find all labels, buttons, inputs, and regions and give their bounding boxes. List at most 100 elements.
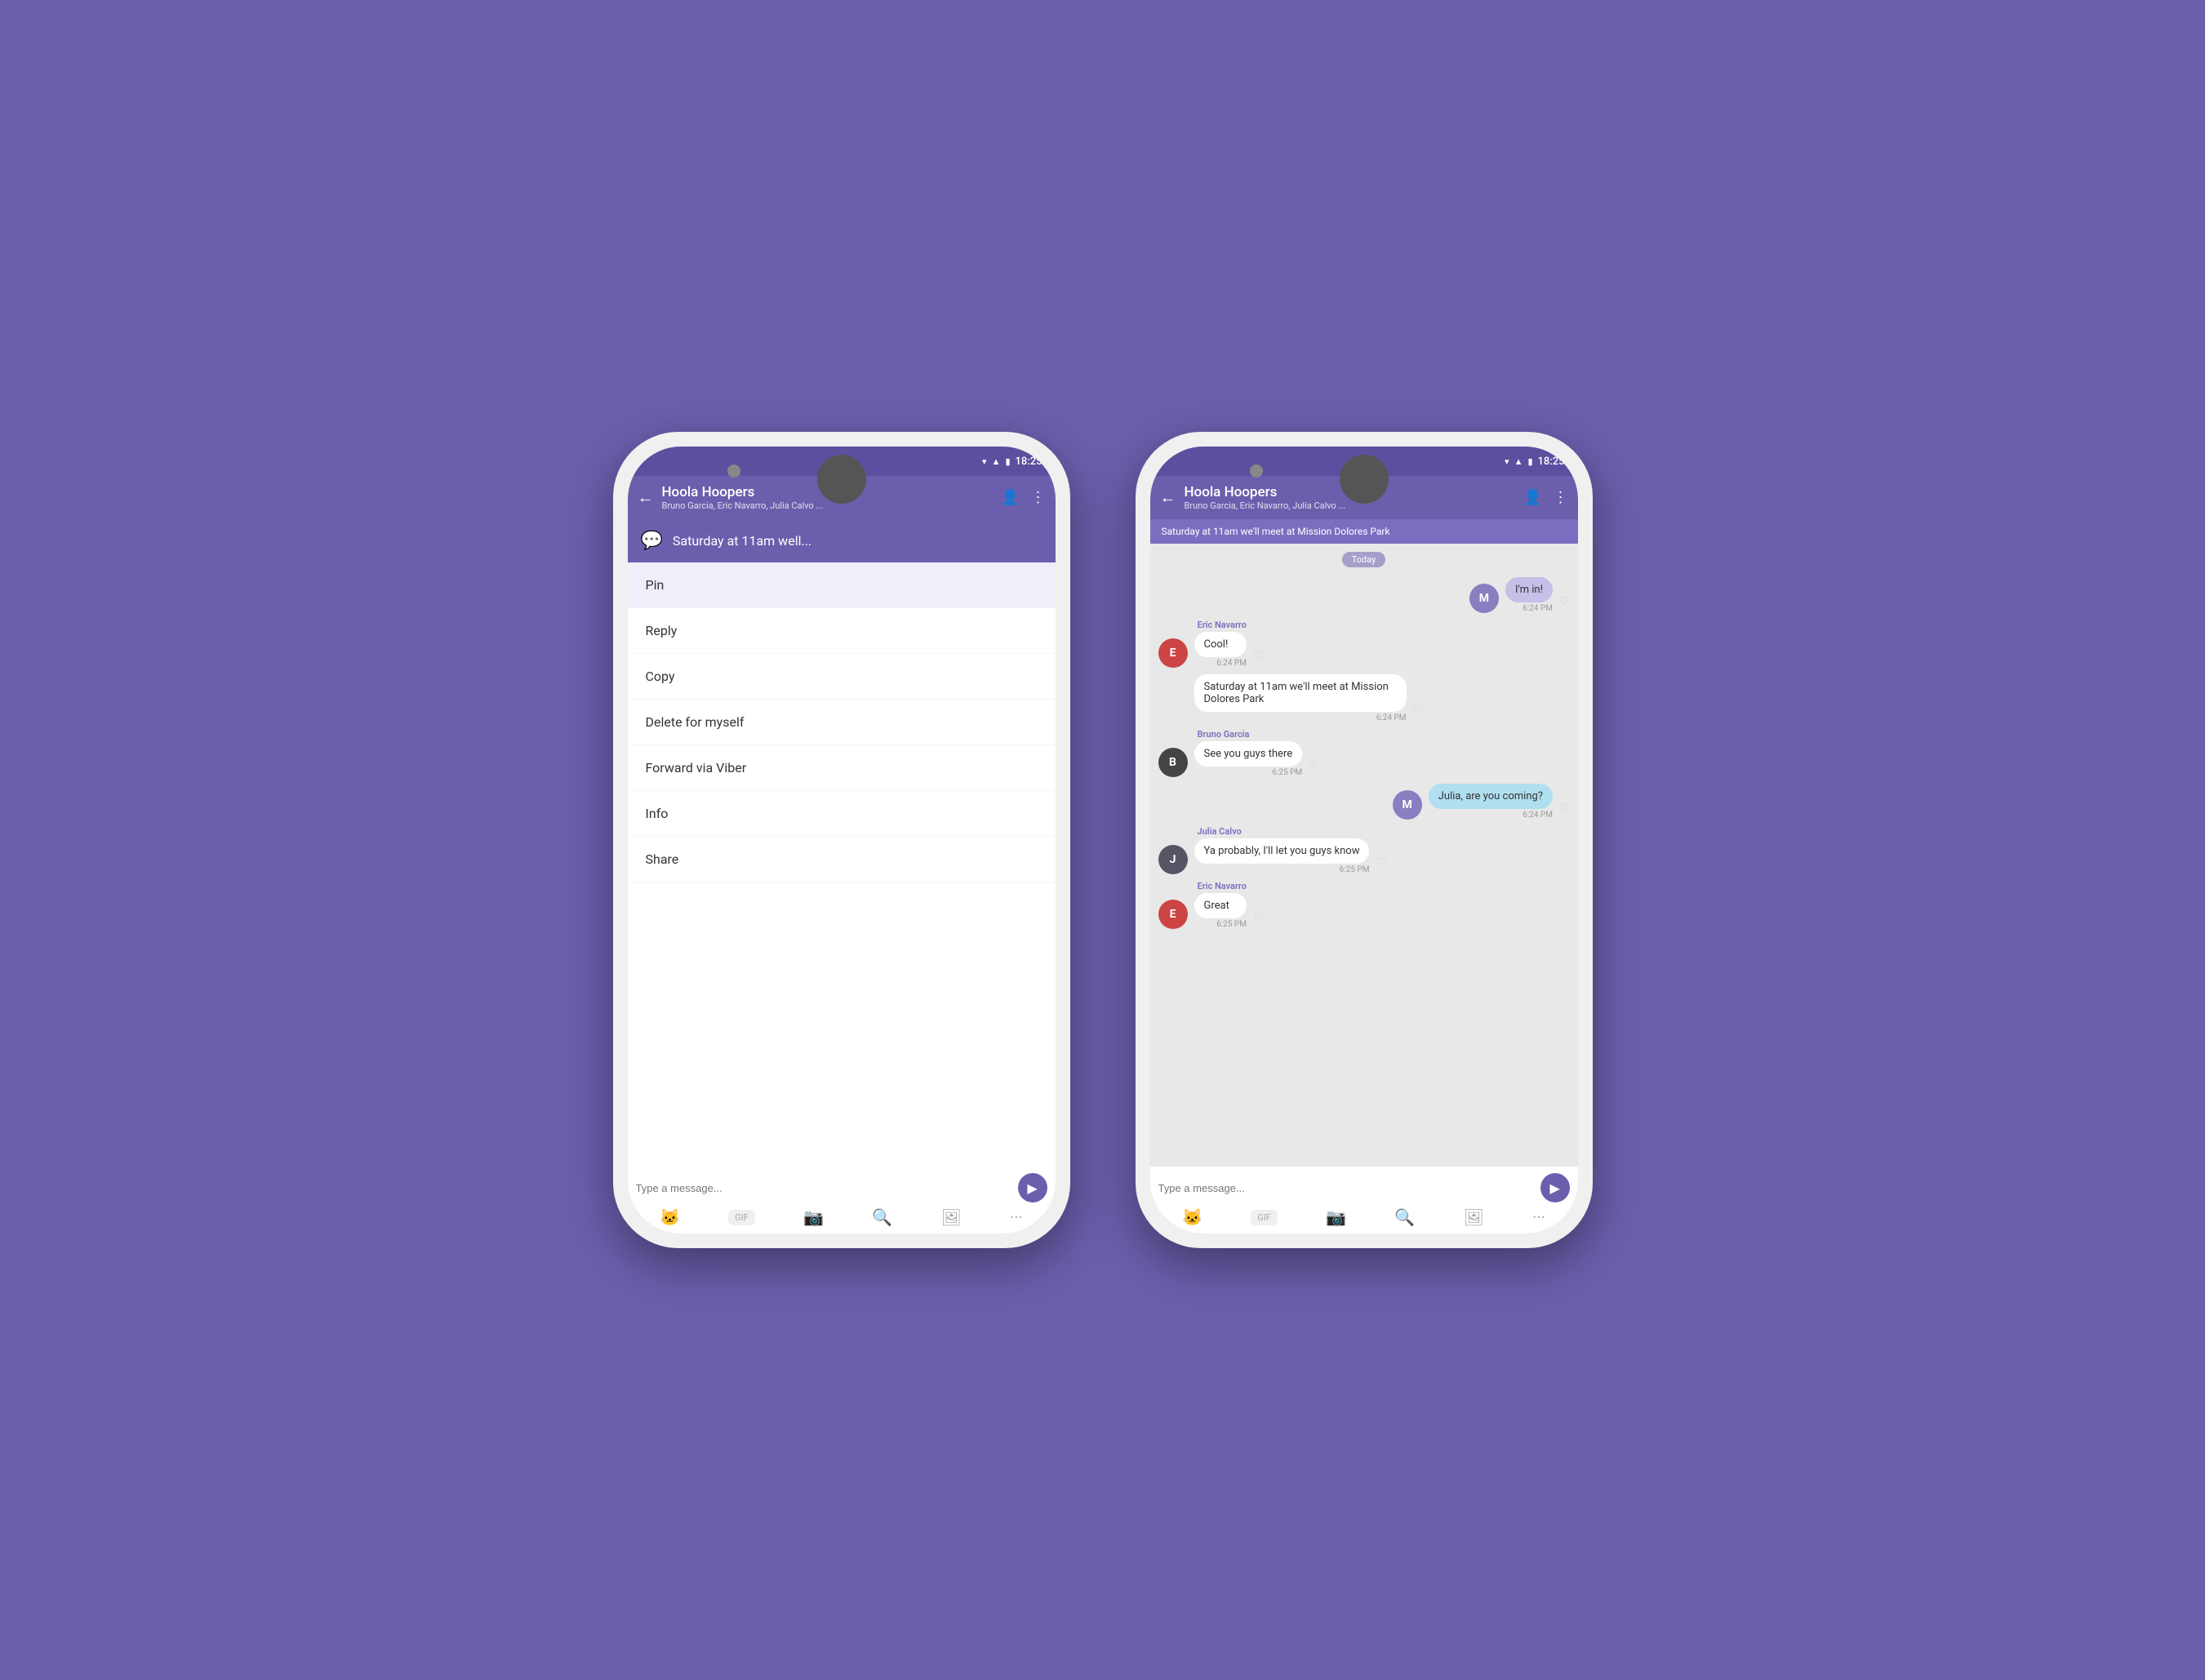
- heart-saturday[interactable]: ♡: [1413, 704, 1424, 718]
- status-bar-left: ▾ ▲ ▮ 18:25: [628, 447, 1056, 476]
- battery-icon: ▮: [1005, 456, 1010, 467]
- bubble-imin: I'm in!: [1505, 577, 1553, 602]
- input-row-right: ▶: [1158, 1173, 1570, 1202]
- chat-subtitle-left: Bruno Garcia, Eric Navarro, Julia Calvo …: [662, 500, 874, 511]
- send-button-left[interactable]: ▶: [1018, 1173, 1047, 1202]
- context-header: 💬 Saturday at 11am well...: [628, 519, 1056, 562]
- status-time-left: 18:25: [1016, 456, 1042, 468]
- avatar-me-imin: M: [1469, 584, 1499, 613]
- heart-yaprobably[interactable]: ♡: [1376, 856, 1386, 869]
- send-button-right[interactable]: ▶: [1540, 1173, 1570, 1202]
- bubble-wrap-imin: I'm in! 6:24 PM: [1505, 577, 1553, 613]
- bubble-cool: Cool!: [1194, 632, 1247, 657]
- message-input-left[interactable]: [636, 1182, 1011, 1194]
- more-options-icon[interactable]: ⋮: [1031, 489, 1046, 506]
- chat-title-left: Hoola Hoopers: [662, 484, 994, 500]
- header-icons-right: 👤 ⋮: [1523, 489, 1567, 506]
- toolbar-left: 🐱 GIF 📷 🔍 🖼 ···: [636, 1207, 1047, 1227]
- add-person-icon-right[interactable]: 👤: [1523, 489, 1541, 506]
- camera-icon-right[interactable]: 📷: [1326, 1207, 1346, 1227]
- input-area-right: ▶ 🐱 GIF 📷 🔍 🖼 ···: [1150, 1167, 1578, 1233]
- bubble-wrap-julia-q: Julia, are you coming? 6:24 PM: [1429, 784, 1553, 820]
- left-phone: ▾ ▲ ▮ 18:25 ← Hoola Hoopers Bruno Garcia…: [613, 432, 1070, 1248]
- heart-imin[interactable]: ♡: [1559, 595, 1570, 608]
- battery-icon-right: ▮: [1527, 456, 1532, 467]
- camera-icon-left[interactable]: 📷: [803, 1207, 824, 1227]
- bubble-wrap-cool: Eric Navarro Cool! 6:24 PM: [1194, 620, 1247, 668]
- date-label-right: Today: [1342, 552, 1386, 567]
- chat-title-right: Hoola Hoopers: [1185, 484, 1516, 500]
- heart-cool[interactable]: ♡: [1253, 650, 1264, 663]
- sender-bruno: Bruno Garcia: [1194, 729, 1303, 740]
- message-input-right[interactable]: [1158, 1182, 1534, 1194]
- context-item-delete[interactable]: Delete for myself: [628, 700, 1056, 745]
- heart-julia-q[interactable]: ♡: [1559, 802, 1570, 815]
- context-item-copy[interactable]: Copy: [628, 654, 1056, 700]
- input-area-left: ▶ 🐱 GIF 📷 🔍 🖼 ···: [628, 1167, 1056, 1233]
- context-item-info[interactable]: Info: [628, 791, 1056, 837]
- context-item-pin[interactable]: Pin: [628, 562, 1056, 608]
- input-row-left: ▶: [636, 1173, 1047, 1202]
- context-menu: Pin Reply Copy Delete for myself Forward…: [628, 562, 1056, 1167]
- chat-subtitle-right: Bruno Garcia, Eric Navarro, Julia Calvo …: [1185, 500, 1397, 511]
- bubble-wrap-saturday: Saturday at 11am we'll meet at Mission D…: [1194, 674, 1407, 722]
- sender-eric-cool: Eric Navarro: [1194, 620, 1247, 630]
- sender-julia: Julia Calvo: [1194, 826, 1370, 837]
- bubble-yaprobably: Ya probably, I'll let you guys know: [1194, 838, 1370, 864]
- gallery-icon-left[interactable]: 🖼: [940, 1207, 961, 1227]
- heart-great-right[interactable]: ♡: [1253, 911, 1264, 924]
- msg-row-yaprobably: J Julia Calvo Ya probably, I'll let you …: [1158, 826, 1570, 874]
- wifi-icon: ▾: [982, 456, 987, 467]
- emoji-icon-left[interactable]: 🐱: [660, 1207, 680, 1227]
- msg-row-great: E Eric Navarro Great 6:25 PM ♡: [1158, 881, 1570, 929]
- avatar-me-julia-q: M: [1393, 790, 1422, 820]
- bubble-wrap-great-right: Eric Navarro Great 6:25 PM: [1194, 881, 1247, 929]
- left-phone-screen: ▾ ▲ ▮ 18:25 ← Hoola Hoopers Bruno Garcia…: [628, 447, 1056, 1233]
- context-item-share[interactable]: Share: [628, 837, 1056, 882]
- heart-seeyou[interactable]: ♡: [1309, 759, 1319, 772]
- back-button-left[interactable]: ←: [638, 487, 654, 508]
- msg-row-julia-q: ♡ Julia, are you coming? 6:24 PM M: [1158, 784, 1570, 820]
- context-item-reply[interactable]: Reply: [628, 608, 1056, 654]
- wifi-icon-right: ▾: [1505, 456, 1509, 467]
- gif-button-right[interactable]: GIF: [1251, 1210, 1278, 1225]
- gallery-icon-right[interactable]: 🖼: [1463, 1207, 1483, 1227]
- context-item-forward[interactable]: Forward via Viber: [628, 745, 1056, 791]
- chat-container-left: Today E Great 6:25 PM ♡ 💬: [628, 519, 1056, 1167]
- status-time-right: 18:25: [1538, 456, 1565, 468]
- msg-row-seeyou: B Bruno Garcia See you guys there 6:25 P…: [1158, 729, 1570, 777]
- avatar-julia: J: [1158, 845, 1188, 874]
- right-phone: ▾ ▲ ▮ 18:25 ← Hoola Hoopers Bruno Garcia…: [1136, 432, 1593, 1248]
- chat-bubble-icon: 💬: [641, 531, 663, 551]
- search-photo-icon-right[interactable]: 🔍: [1394, 1207, 1415, 1227]
- bubble-julia-q: Julia, are you coming?: [1429, 784, 1553, 809]
- more-options-icon-right[interactable]: ⋮: [1554, 489, 1568, 506]
- sender-eric-great: Eric Navarro: [1194, 881, 1247, 891]
- avatar-eric-great: E: [1158, 900, 1188, 929]
- bubble-wrap-seeyou: Bruno Garcia See you guys there 6:25 PM: [1194, 729, 1303, 777]
- bubble-seeyou: See you guys there: [1194, 741, 1303, 767]
- avatar-eric-cool: E: [1158, 638, 1188, 668]
- msg-row-cool: E Eric Navarro Cool! 6:24 PM ♡: [1158, 620, 1570, 668]
- search-photo-icon-left[interactable]: 🔍: [872, 1207, 892, 1227]
- bubble-wrap-yaprobably: Julia Calvo Ya probably, I'll let you gu…: [1194, 826, 1370, 874]
- bubble-saturday: Saturday at 11am we'll meet at Mission D…: [1194, 674, 1407, 712]
- right-phone-screen: ▾ ▲ ▮ 18:25 ← Hoola Hoopers Bruno Garcia…: [1150, 447, 1578, 1233]
- more-icon-left[interactable]: ···: [1010, 1207, 1023, 1227]
- chat-header-left: ← Hoola Hoopers Bruno Garcia, Eric Navar…: [628, 476, 1056, 519]
- msg-row-imin: ♡ I'm in! 6:24 PM M: [1158, 577, 1570, 613]
- chat-area-right: Today ♡ I'm in! 6:24 PM M E Eric Navarro…: [1150, 544, 1578, 1167]
- signal-icon: ▲: [992, 456, 1001, 467]
- header-info-left: Hoola Hoopers Bruno Garcia, Eric Navarro…: [662, 484, 994, 511]
- signal-icon-right: ▲: [1514, 456, 1523, 467]
- toolbar-right: 🐱 GIF 📷 🔍 🖼 ···: [1158, 1207, 1570, 1227]
- emoji-icon-right[interactable]: 🐱: [1182, 1207, 1203, 1227]
- header-icons-left: 👤 ⋮: [1001, 489, 1045, 506]
- status-bar-right: ▾ ▲ ▮ 18:25: [1150, 447, 1578, 476]
- gif-button-left[interactable]: GIF: [728, 1210, 755, 1225]
- add-person-icon[interactable]: 👤: [1001, 489, 1019, 506]
- pinned-banner: Saturday at 11am we'll meet at Mission D…: [1150, 519, 1578, 544]
- context-menu-overlay: 💬 Saturday at 11am well... Pin Reply Cop…: [628, 519, 1056, 1167]
- more-icon-right[interactable]: ···: [1532, 1207, 1545, 1227]
- back-button-right[interactable]: ←: [1160, 487, 1176, 508]
